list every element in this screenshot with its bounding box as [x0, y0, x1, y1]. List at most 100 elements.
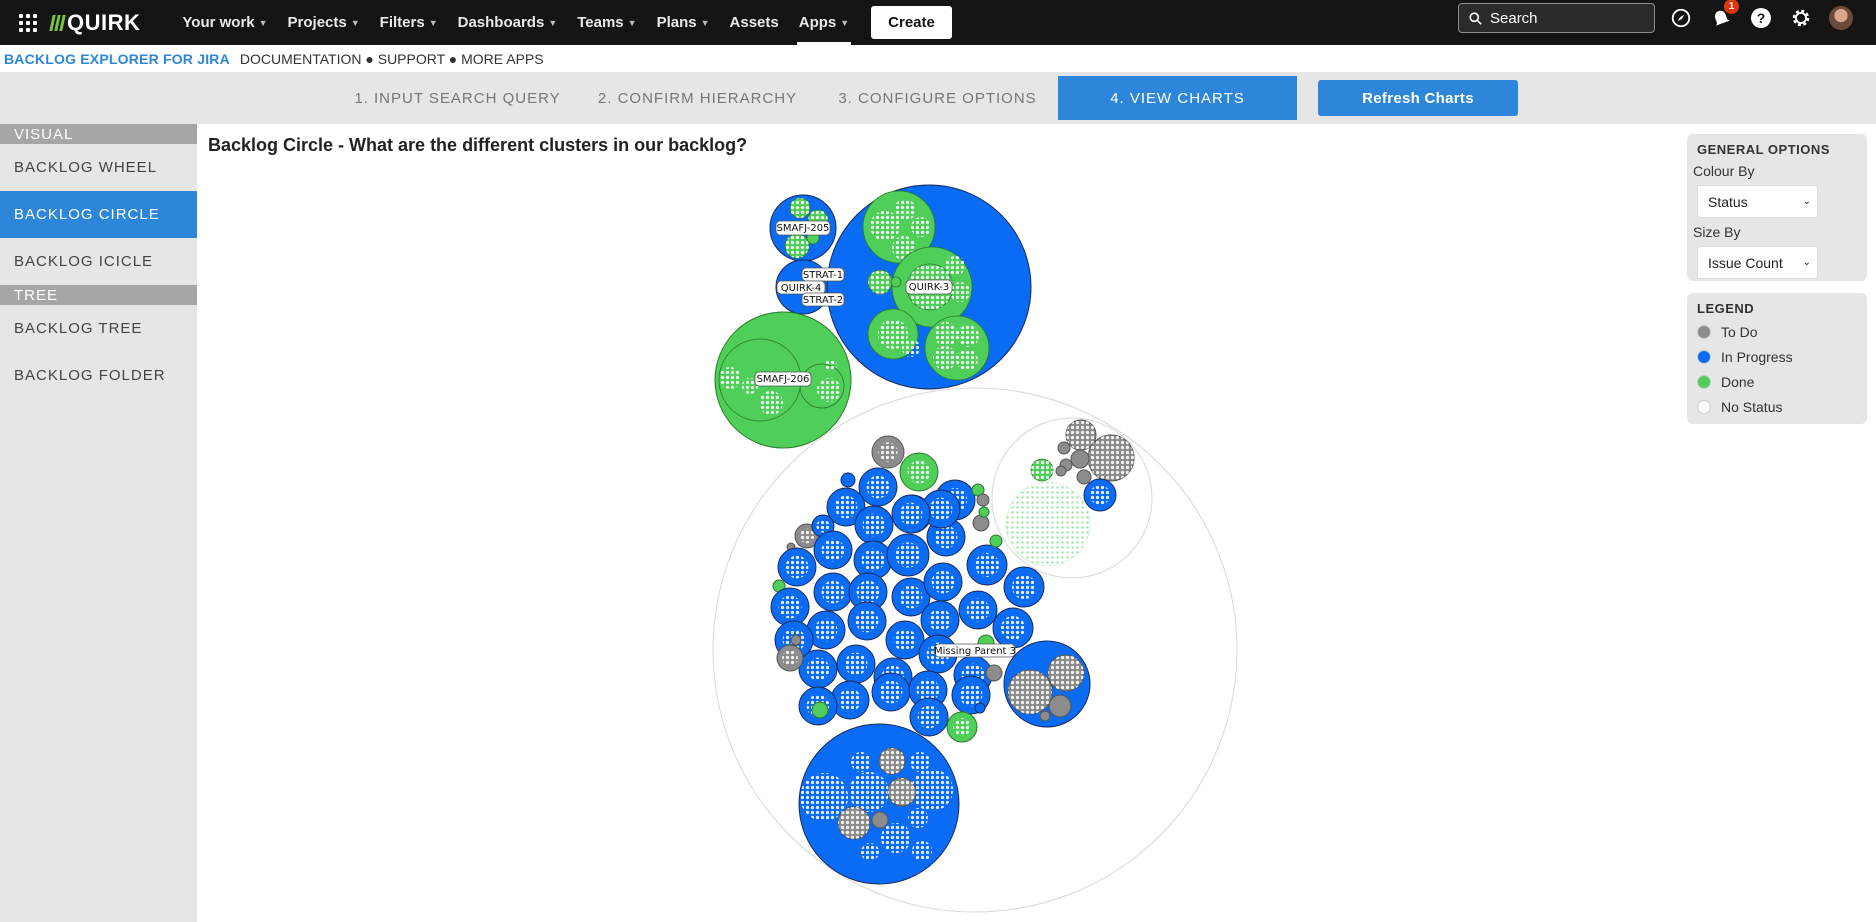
issue-bubble-children [862, 513, 886, 537]
issue-bubble[interactable] [985, 664, 1003, 682]
label-smafj-205: SMAFJ-205 [777, 223, 830, 234]
legend-panel: LEGEND To Do In Progress Done No Status [1687, 293, 1867, 424]
chevron-down-icon: ⌄ [1802, 196, 1811, 207]
nav-apps[interactable]: Apps ▼ [789, 0, 859, 45]
issue-bubble-children [778, 595, 802, 619]
chevron-down-icon: ▼ [627, 17, 637, 28]
status-dot-icon [1697, 374, 1711, 389]
sidebar-item-backlog-icicle[interactable]: BACKLOG ICICLE [0, 238, 197, 285]
search-input[interactable] [1490, 9, 1640, 27]
issue-bubble-children [929, 497, 953, 521]
issue-bubble-children [917, 705, 941, 729]
chart-type-sidebar: VISUAL BACKLOG WHEEL BACKLOG CIRCLE BACK… [0, 124, 197, 922]
quirk-logo[interactable]: QUIRK [49, 9, 141, 36]
issue-bubble-children [899, 502, 923, 526]
issue-bubble-children [866, 475, 890, 499]
general-options-panel: GENERAL OPTIONS Colour By Status ⌄ Size … [1687, 134, 1867, 281]
issue-bubble-children [821, 538, 845, 562]
backlog-circle-chart[interactable]: SMAFJ-205 STRAT-1 QUIRK-4 STRAT-2 QUIRK-… [197, 124, 1687, 922]
legend-item-done: Done [1697, 369, 1857, 394]
search-icon [1469, 11, 1482, 25]
issue-bubble-children [838, 688, 862, 712]
issue-bubble[interactable] [989, 534, 1003, 548]
step-input-search-query[interactable]: 1. INPUT SEARCH QUERY [350, 76, 565, 120]
nav-projects[interactable]: Projects ▼ [278, 0, 370, 45]
nav-teams[interactable]: Teams ▼ [567, 0, 646, 45]
issue-bubble[interactable] [974, 702, 986, 714]
issue-bubble[interactable] [972, 514, 990, 532]
issue-bubble[interactable] [840, 472, 856, 488]
search-box[interactable] [1458, 3, 1655, 33]
issue-bubble-children [907, 460, 931, 484]
issue-bubble-children [856, 580, 880, 604]
label-quirk-3: QUIRK-3 [909, 282, 950, 293]
app-brand-link[interactable]: BACKLOG EXPLORER FOR JIRA [4, 51, 230, 67]
steps-bar: 1. INPUT SEARCH QUERY 2. CONFIRM HIERARC… [0, 72, 1876, 124]
refresh-charts-button[interactable]: Refresh Charts [1318, 80, 1518, 116]
user-avatar[interactable] [1828, 5, 1854, 31]
step-view-charts[interactable]: 4. VIEW CHARTS [1058, 76, 1297, 120]
issue-bubble-children [799, 528, 815, 544]
legend-title: LEGEND [1697, 301, 1755, 316]
legend-item-to-do: To Do [1697, 319, 1857, 344]
nav-assets[interactable]: Assets [720, 0, 789, 45]
issue-bubble-children [806, 657, 830, 681]
notification-badge: 1 [1724, 0, 1739, 14]
issue-bubble-children [861, 548, 885, 572]
issue-bubble-children [975, 553, 999, 577]
colour-by-select[interactable]: Status ⌄ [1697, 185, 1818, 218]
nav-your-work[interactable]: Your work ▼ [172, 0, 277, 45]
sidebar-item-backlog-tree[interactable]: BACKLOG TREE [0, 305, 197, 352]
create-button[interactable]: Create [871, 6, 952, 39]
status-dot-icon [1697, 324, 1711, 339]
legend-item-no-status: No Status [1697, 394, 1857, 419]
label-missing-parent-3: Missing Parent 3 [934, 646, 1016, 657]
colour-by-label: Colour By [1693, 163, 1755, 179]
sidebar-item-backlog-circle[interactable]: BACKLOG CIRCLE [0, 191, 197, 238]
legend-item-in-progress: In Progress [1697, 344, 1857, 369]
issue-bubble[interactable] [790, 634, 802, 646]
chevron-down-icon: ▼ [258, 17, 268, 28]
issue-bubble-children [782, 650, 798, 666]
issue-bubble-children [1012, 575, 1036, 599]
notifications-icon[interactable]: 1 [1708, 0, 1739, 31]
step-configure-options[interactable]: 3. CONFIGURE OPTIONS [830, 76, 1045, 120]
issue-bubble-children [899, 585, 923, 609]
sidebar-item-backlog-folder[interactable]: BACKLOG FOLDER [0, 352, 197, 399]
status-dot-icon [1697, 399, 1711, 414]
size-by-select[interactable]: Issue Count ⌄ [1697, 246, 1818, 279]
help-icon[interactable]: ? [1748, 5, 1774, 31]
issue-bubble[interactable] [978, 506, 990, 518]
issue-bubble[interactable] [976, 493, 990, 507]
issue-bubble-children [834, 495, 858, 519]
settings-gear-icon[interactable] [1788, 5, 1814, 31]
label-quirk-4: QUIRK-4 [781, 283, 822, 294]
general-options-title: GENERAL OPTIONS [1697, 142, 1830, 157]
issue-bubbles[interactable] [770, 435, 1045, 743]
issue-bubble-children [821, 580, 845, 604]
app-subheader: BACKLOG EXPLORER FOR JIRA DOCUMENTATION … [0, 45, 1876, 72]
label-strat-1: STRAT-1 [803, 270, 843, 281]
issue-bubble-children [879, 680, 903, 704]
nav-dashboards[interactable]: Dashboards ▼ [448, 0, 568, 45]
step-confirm-hierarchy[interactable]: 2. CONFIRM HIERARCHY [590, 76, 805, 120]
issue-bubble-children [785, 555, 809, 579]
issue-bubble-children [934, 525, 958, 549]
chevron-down-icon: ▼ [700, 17, 710, 28]
chevron-down-icon: ▼ [350, 17, 360, 28]
svg-text:?: ? [1757, 10, 1766, 26]
sidebar-item-backlog-wheel[interactable]: BACKLOG WHEEL [0, 144, 197, 191]
issue-bubble[interactable] [811, 701, 829, 719]
chevron-down-icon: ▼ [428, 17, 438, 28]
app-links[interactable]: DOCUMENTATION ● SUPPORT ● MORE APPS [240, 51, 544, 67]
issue-bubble-children [855, 609, 879, 633]
logo-text: QUIRK [67, 9, 141, 35]
issue-bubble-children [966, 598, 990, 622]
compass-icon[interactable] [1668, 5, 1694, 31]
size-by-label: Size By [1693, 224, 1741, 240]
nav-filters[interactable]: Filters ▼ [370, 0, 448, 45]
app-switcher-icon[interactable] [19, 13, 37, 32]
issue-bubble-children [953, 718, 971, 736]
nav-plans[interactable]: Plans ▼ [647, 0, 720, 45]
issue-bubble-children [1001, 616, 1025, 640]
